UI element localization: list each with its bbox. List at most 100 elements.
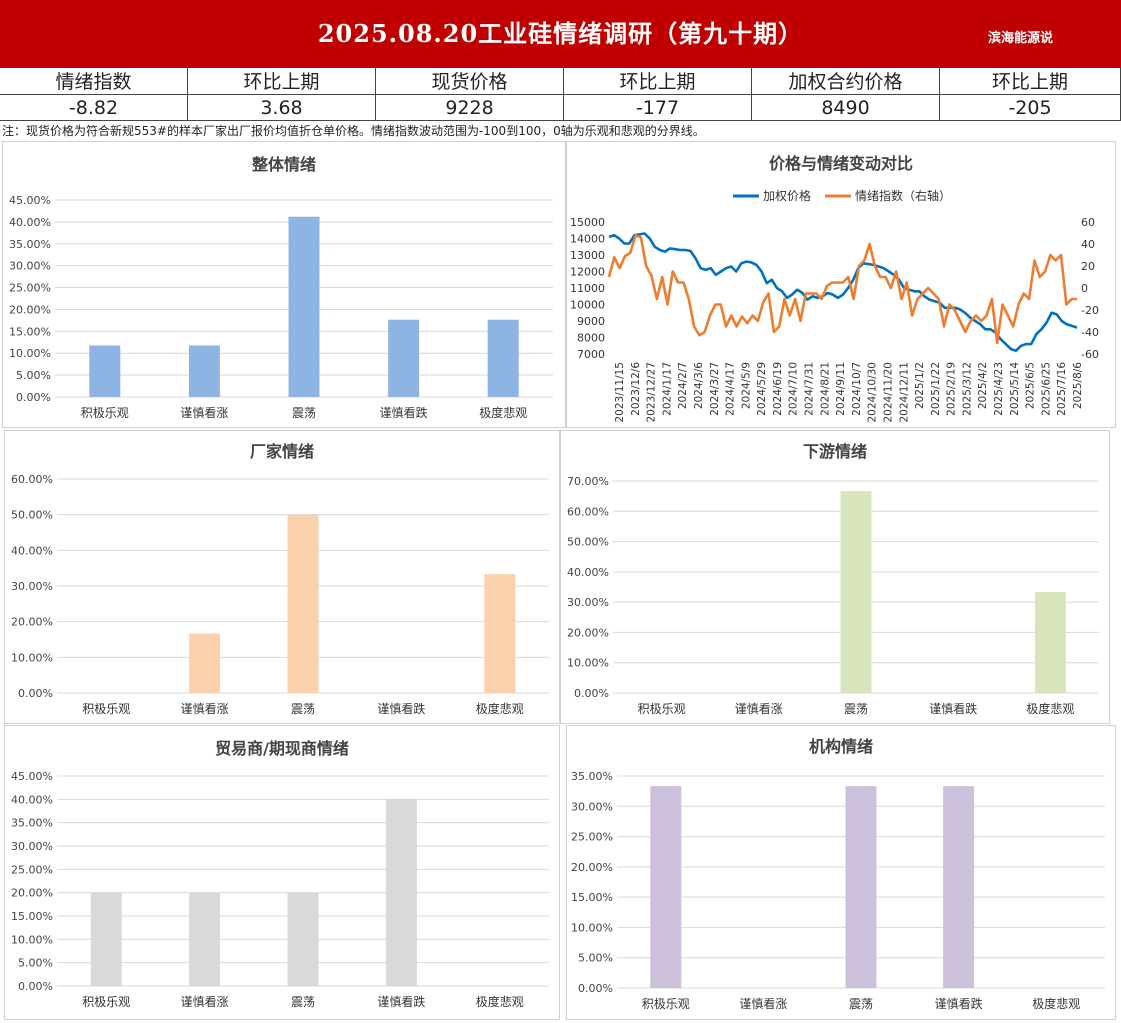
- x-tick-label: 2025/3/12: [961, 362, 973, 416]
- x-tick-label: 震荡: [292, 406, 316, 420]
- legend-label-price: 加权价格: [763, 188, 811, 203]
- x-tick-label: 极度悲观: [1026, 701, 1074, 716]
- bar-1: [189, 892, 221, 986]
- metric-label-sentiment-index: 情绪指数: [0, 68, 188, 95]
- y-left-tick-label: 14000: [570, 233, 605, 246]
- x-tick-label: 极度悲观: [1032, 996, 1080, 1011]
- bar-3: [385, 799, 417, 986]
- y-tick-label: 10.00%: [567, 657, 609, 670]
- bar-2: [287, 514, 319, 693]
- y-tick-label: 30.00%: [9, 260, 51, 273]
- panel-price-vs-sentiment: 价格与情绪变动对比 加权价格 情绪指数（右轴） 7000 8000 9000 10000 11…: [566, 141, 1116, 428]
- y-left-tick-label: 9000: [577, 315, 605, 328]
- metric-value-sentiment-change: 3.68: [188, 95, 376, 121]
- x-tick-label: 2023/11/15: [614, 362, 626, 423]
- y-tick-label: 25.00%: [9, 282, 51, 295]
- x-tick-label: 2024/6/19: [772, 362, 784, 416]
- y-tick-label: 60.00%: [11, 473, 53, 486]
- x-tick-label: 谨慎看涨: [180, 405, 228, 420]
- x-tick-label: 震荡: [849, 997, 873, 1011]
- x-tick-label: 2024/10/30: [867, 362, 879, 423]
- y-tick-label: 35.00%: [11, 817, 53, 830]
- x-tick-label: 2024/3/6: [693, 362, 705, 409]
- metric-label-sentiment-change: 环比上期: [188, 68, 376, 95]
- panel-institution-sentiment: 机构情绪 0.00% 5.00% 10.00% 15.00% 20.00% 25.00% 30…: [566, 725, 1116, 1020]
- x-tick-label: 2024/10/7: [851, 362, 863, 416]
- y-left-tick-label: 11000: [570, 282, 605, 295]
- chart-title: 整体情绪: [251, 155, 316, 174]
- panel-overall-sentiment: 整体情绪 0.00% 5.00% 10.00% 15.00% 20.00% 25.00% 30…: [2, 141, 566, 428]
- panel-downstream-sentiment: 下游情绪 0.00% 10.00% 20.00% 30.00% 40.00% 50.00% 6…: [560, 430, 1110, 724]
- x-tick-label: 2025/4/2: [977, 362, 989, 409]
- y-tick-label: 70.00%: [567, 475, 609, 488]
- series-line-sentiment: [607, 233, 1077, 345]
- bar-2: [840, 491, 872, 693]
- bar-2: [845, 786, 877, 988]
- y-tick-label: 40.00%: [9, 216, 51, 229]
- metrics-table: 情绪指数 -8.82 环比上期 3.68 现货价格 9228 环比上期 -177…: [0, 68, 1121, 121]
- x-tick-label: 2023/12/6: [630, 362, 642, 416]
- x-tick-label: 极度悲观: [476, 701, 524, 716]
- report-source: 滨海能源说: [987, 31, 1053, 46]
- x-tick-label: 2024/7/10: [788, 362, 800, 416]
- y-tick-label: 20.00%: [11, 887, 53, 900]
- x-tick-label: 谨慎看跌: [377, 994, 425, 1009]
- y-tick-label: 10.00%: [9, 347, 51, 360]
- y-tick-label: 35.00%: [571, 770, 613, 783]
- x-tick-label: 震荡: [291, 995, 315, 1009]
- x-tick-label: 2025/4/23: [993, 362, 1005, 416]
- y-tick-label: 10.00%: [11, 933, 53, 946]
- y-tick-label: 40.00%: [11, 793, 53, 806]
- x-tick-label: 2025/7/16: [1056, 362, 1068, 416]
- chart-title: 贸易商/期现商情绪: [215, 739, 349, 758]
- x-tick-label: 震荡: [291, 702, 315, 716]
- x-tick-label: 极度悲观: [479, 405, 527, 420]
- x-tick-label: 2025/2/19: [946, 362, 958, 416]
- y-tick-label: 0.00%: [18, 980, 53, 993]
- report-title: 2025.08.20工业硅情绪调研（第九十期）: [317, 19, 804, 48]
- chart-title: 下游情绪: [803, 442, 867, 461]
- chart-institution-sentiment: 机构情绪 0.00% 5.00% 10.00% 15.00% 20.00% 25.00% 30…: [571, 737, 1105, 1011]
- metric-label-contract-change: 环比上期: [940, 68, 1121, 95]
- y-tick-label: 50.00%: [567, 536, 609, 549]
- y-tick-label: 20.00%: [9, 303, 51, 316]
- y-tick-label: 0.00%: [18, 687, 53, 700]
- y-tick-label: 10.00%: [11, 651, 53, 664]
- metric-value-contract-change: -205: [940, 95, 1121, 121]
- x-tick-label: 谨慎看跌: [929, 701, 977, 716]
- x-tick-label: 2024/2/7: [677, 362, 689, 409]
- y-tick-label: 60.00%: [567, 505, 609, 518]
- x-tick-label: 2025/6/5: [1025, 362, 1037, 409]
- x-tick-label: 谨慎看涨: [735, 701, 783, 716]
- metric-value-sentiment-index: -8.82: [0, 95, 188, 121]
- y-left-tick-label: 12000: [570, 266, 605, 279]
- x-tick-label: 2024/8/21: [819, 362, 831, 416]
- x-tick-label: 积极乐观: [82, 702, 130, 716]
- x-tick-label: 积极乐观: [638, 702, 686, 716]
- bar-1: [189, 633, 221, 693]
- y-tick-label: 0.00%: [574, 687, 609, 700]
- x-tick-label: 震荡: [844, 702, 868, 716]
- y-right-tick-label: 20: [1081, 260, 1095, 273]
- metric-value-weighted-contract: 8490: [752, 95, 940, 121]
- y-tick-label: 45.00%: [9, 194, 51, 207]
- bar-0: [90, 892, 122, 986]
- metric-value-spot-price: 9228: [376, 95, 564, 121]
- y-tick-label: 20.00%: [11, 616, 53, 629]
- chart-producer-sentiment: 厂家情绪 0.00% 10.00% 20.00% 30.00% 40.00% 50.00% 6…: [11, 442, 549, 716]
- series-line-price: [608, 232, 1078, 352]
- x-tick-label: 谨慎看涨: [181, 994, 229, 1009]
- footnote: 注：现货价格为符合新规553#的样本厂家出厂报价均值折仓单价格。情绪指数波动范围…: [2, 124, 705, 138]
- x-tick-label: 2024/5/9: [740, 362, 752, 409]
- y-tick-label: 30.00%: [11, 580, 53, 593]
- x-tick-label: 极度悲观: [476, 994, 524, 1009]
- chart-title: 价格与情绪变动对比: [769, 154, 913, 173]
- x-tick-label: 2025/8/6: [1072, 362, 1084, 409]
- chart-title: 厂家情绪: [250, 442, 314, 461]
- x-tick-label: 谨慎看跌: [935, 996, 983, 1011]
- y-tick-label: 25.00%: [11, 863, 53, 876]
- metric-label-weighted-contract: 加权合约价格: [752, 68, 940, 95]
- chart-title: 机构情绪: [809, 737, 873, 756]
- y-tick-label: 5.00%: [16, 369, 51, 382]
- bar-3: [388, 319, 420, 397]
